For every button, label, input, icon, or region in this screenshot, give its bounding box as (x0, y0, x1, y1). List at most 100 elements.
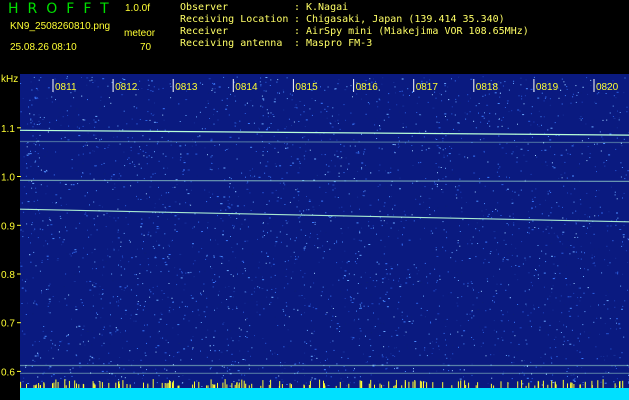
noise-speck (604, 323, 606, 325)
noise-speck (69, 253, 72, 255)
noise-speck (195, 153, 198, 155)
noise-speck (42, 148, 44, 150)
noise-speck (385, 269, 387, 270)
noise-speck (168, 205, 171, 207)
noise-speck (564, 84, 566, 86)
noise-speck (180, 277, 183, 279)
noise-speck (209, 197, 211, 198)
noise-speck (426, 209, 428, 211)
noise-speck (108, 144, 110, 146)
noise-speck (277, 297, 279, 299)
noise-speck (287, 329, 289, 331)
noise-speck (268, 142, 270, 144)
noise-speck (596, 190, 597, 192)
noise-speck (182, 382, 184, 384)
noise-speck (214, 274, 216, 276)
noise-speck (37, 355, 39, 357)
noise-speck (142, 150, 144, 152)
noise-speck (152, 286, 154, 288)
noise-speck (579, 333, 581, 335)
y-tick-label: 0.8 (1, 270, 15, 281)
noise-speck (436, 186, 438, 188)
noise-speck (580, 258, 582, 260)
noise-speck (332, 340, 334, 342)
noise-speck (540, 356, 542, 358)
noise-speck (117, 296, 119, 297)
noise-speck (238, 340, 240, 342)
noise-speck (114, 183, 116, 185)
noise-speck (300, 270, 302, 272)
noise-speck (31, 233, 32, 235)
noise-speck (313, 209, 315, 211)
noise-speck (463, 376, 464, 378)
noise-speck (121, 376, 123, 378)
noise-speck (116, 329, 119, 331)
noise-speck (445, 176, 447, 178)
noise-speck (572, 251, 575, 253)
noise-speck (25, 314, 27, 315)
noise-speck (209, 118, 210, 119)
noise-speck (376, 280, 378, 282)
noise-speck (156, 228, 159, 230)
noise-speck (357, 152, 360, 154)
noise-speck (284, 362, 286, 363)
noise-speck (277, 325, 279, 326)
noise-speck (576, 94, 578, 96)
noise-speck (139, 119, 141, 120)
noise-speck (102, 274, 104, 276)
noise-speck (381, 97, 383, 99)
noise-speck (133, 320, 135, 322)
noise-speck (562, 344, 564, 346)
noise-speck (551, 207, 553, 209)
time-label: 0814 (235, 82, 258, 93)
noise-speck (137, 284, 139, 286)
noise-speck (87, 99, 88, 101)
noise-speck (86, 144, 88, 146)
floor-spike (236, 382, 238, 388)
noise-speck (25, 175, 27, 177)
noise-speck (391, 335, 393, 337)
floor-spike (35, 384, 37, 388)
noise-speck (98, 119, 100, 121)
noise-speck (288, 366, 290, 368)
noise-speck (393, 82, 395, 83)
noise-speck (276, 236, 278, 238)
noise-speck (226, 367, 228, 369)
noise-speck (115, 327, 117, 329)
noise-speck (607, 333, 609, 335)
noise-speck (538, 265, 540, 267)
noise-speck (163, 79, 165, 81)
noise-speck (351, 211, 353, 213)
noise-speck (23, 333, 26, 335)
noise-speck (584, 252, 585, 254)
noise-speck (97, 86, 99, 88)
noise-speck (524, 257, 526, 259)
noise-speck (224, 179, 226, 181)
noise-speck (232, 251, 234, 253)
noise-speck (482, 248, 484, 250)
noise-speck (479, 139, 481, 141)
noise-speck (41, 135, 43, 137)
noise-speck (48, 350, 49, 352)
noise-speck (252, 201, 254, 203)
noise-speck (150, 235, 152, 237)
noise-speck (325, 313, 327, 315)
noise-speck (383, 119, 385, 121)
noise-speck (252, 105, 254, 107)
noise-speck (338, 172, 340, 174)
floor-spike (555, 384, 557, 388)
noise-speck (495, 290, 497, 292)
noise-speck (206, 362, 208, 364)
noise-speck (305, 119, 308, 121)
noise-speck (28, 193, 30, 195)
noise-speck (135, 274, 137, 276)
noise-speck (625, 174, 627, 176)
noise-speck (467, 100, 469, 102)
noise-speck (228, 196, 230, 198)
noise-speck (262, 367, 264, 369)
noise-speck (487, 280, 489, 282)
noise-speck (218, 276, 220, 278)
noise-speck (471, 337, 473, 338)
noise-speck (120, 241, 122, 243)
noise-speck (377, 380, 379, 382)
